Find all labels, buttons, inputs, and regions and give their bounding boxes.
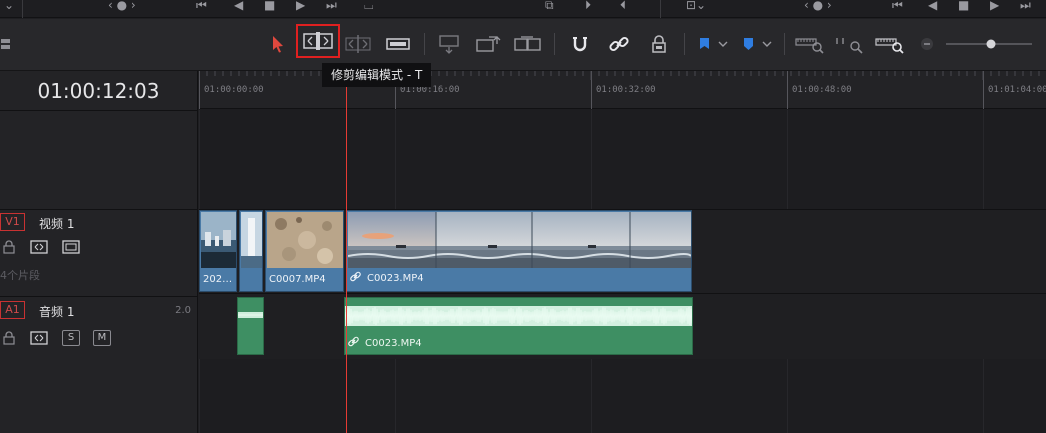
mark-out-icon[interactable]: ⏴ — [620, 0, 626, 18]
blade-edit-icon[interactable] — [384, 31, 412, 57]
flag-dropdown[interactable] — [696, 31, 732, 57]
video-clip[interactable]: C0007.MP4 — [265, 210, 344, 292]
linked-selection-icon[interactable] — [606, 31, 632, 57]
playhead[interactable] — [346, 71, 347, 433]
mark-in-icon[interactable]: ⏵ — [585, 0, 591, 18]
video-track-header: V1 视频 1 4个片段 — [0, 209, 197, 293]
divider — [784, 33, 785, 55]
divider — [22, 0, 23, 18]
clip-name: 202… — [203, 274, 233, 285]
zoom-detail-icon[interactable] — [834, 31, 866, 57]
video-clip[interactable]: 202… — [199, 210, 237, 292]
link-icon — [348, 336, 359, 350]
link-icon — [350, 271, 361, 285]
divider — [554, 33, 555, 55]
dynamic-trim-icon[interactable] — [344, 31, 372, 57]
divider — [424, 33, 425, 55]
trim-edit-mode-button[interactable] — [296, 24, 340, 58]
zoom-out-icon[interactable] — [918, 31, 936, 57]
clip-thumbnail-strip — [348, 212, 691, 268]
ruler-label: 01:00:48:00 — [792, 85, 852, 95]
mute-button[interactable]: M — [93, 330, 111, 346]
loop-icon[interactable]: ⌴ — [364, 0, 374, 18]
ruler-label: 01:00:32:00 — [596, 85, 656, 95]
timeline-area[interactable]: 01:00:00:00 01:00:16:00 01:00:32:00 01:0… — [199, 71, 1046, 433]
clip-count: 4个片段 — [0, 269, 40, 282]
insert-clip-icon[interactable] — [436, 31, 462, 57]
clip-thumbnail — [267, 212, 343, 268]
audio-level: 2.0 — [175, 305, 191, 316]
marker-dropdown[interactable] — [740, 31, 776, 57]
clip-name: C0023.MP4 — [367, 273, 424, 284]
layout-toggle-icon[interactable] — [0, 31, 12, 57]
video-enable-icon[interactable] — [62, 240, 80, 254]
timeline-toolbar — [0, 19, 1046, 71]
audio-track-header: A1 音频 1 2.0 S M — [0, 296, 197, 366]
skip-to-end-icon[interactable]: ⏭ — [326, 0, 337, 18]
skip-to-end-icon[interactable]: ⏭ — [1020, 0, 1031, 18]
overwrite-clip-icon[interactable] — [474, 31, 502, 57]
video-clip[interactable]: C0023.MP4 — [346, 210, 692, 292]
audio-clip[interactable] — [237, 297, 264, 355]
video-clip[interactable] — [239, 210, 263, 292]
divider — [660, 0, 661, 18]
transport-strip: ⌄ ‹ ● › ⏮ ◀ ■ ▶ ⏭ ⌴ ⧉ ⏵ ⏴ ⊡⌄ ‹ ● › ⏮ ◀ ■… — [0, 0, 1046, 18]
audio-clip[interactable]: C0023.MP4 — [344, 297, 693, 355]
viewer-mode-icon[interactable]: ⊡⌄ — [686, 0, 706, 18]
stop-icon[interactable]: ■ — [264, 0, 275, 18]
ruler-label: 01:01:04:00 — [988, 85, 1046, 95]
snapping-icon[interactable] — [568, 31, 592, 57]
jog-control-icon[interactable]: ‹ ● › — [804, 0, 832, 18]
zoom-custom-icon[interactable] — [874, 31, 906, 57]
clip-name: C0023.MP4 — [365, 338, 422, 349]
clip-thumbnail — [241, 212, 262, 268]
divider — [684, 33, 685, 55]
track-tag[interactable]: A1 — [0, 301, 25, 319]
tooltip: 修剪编辑模式 - T — [322, 63, 432, 87]
lock-icon[interactable] — [2, 240, 16, 254]
timecode-display[interactable]: 01:00:12:03 — [0, 71, 197, 111]
track-tag[interactable]: V1 — [0, 213, 25, 231]
jog-control-icon[interactable]: ‹ ● › — [108, 0, 136, 18]
replace-clip-icon[interactable] — [512, 31, 542, 57]
clip-name-row: C0023.MP4 — [350, 271, 424, 285]
reverse-play-icon[interactable]: ◀ — [928, 0, 937, 18]
stop-icon[interactable]: ■ — [958, 0, 969, 18]
skip-to-start-icon[interactable]: ⏮ — [196, 0, 207, 18]
track-header-panel: 01:00:12:03 V1 视频 1 4个片段 A1 音频 1 2.0 S M — [0, 71, 198, 433]
track-name[interactable]: 音频 1 — [39, 303, 74, 320]
track-name[interactable]: 视频 1 — [39, 215, 74, 232]
auto-select-icon[interactable] — [30, 331, 48, 345]
play-icon[interactable]: ▶ — [296, 0, 305, 18]
lock-icon[interactable] — [2, 331, 16, 345]
clip-thumbnail — [201, 212, 236, 268]
trim-edit-mode-icon — [303, 32, 333, 50]
clip-name: C0007.MP4 — [269, 274, 326, 285]
auto-select-icon[interactable] — [30, 240, 48, 254]
skip-to-start-icon[interactable]: ⏮ — [892, 0, 903, 18]
reverse-play-icon[interactable]: ◀ — [234, 0, 243, 18]
zoom-slider[interactable] — [946, 31, 1032, 57]
solo-button[interactable]: S — [62, 330, 80, 346]
position-lock-icon[interactable] — [648, 31, 670, 57]
chevron-down-icon[interactable]: ⌄ — [4, 0, 14, 18]
zoom-full-icon[interactable] — [794, 31, 826, 57]
audio-waveform — [238, 312, 263, 318]
play-icon[interactable]: ▶ — [990, 0, 999, 18]
selection-arrow-icon[interactable] — [268, 31, 288, 57]
match-frame-icon[interactable]: ⧉ — [545, 0, 554, 18]
audio-waveform — [345, 306, 692, 326]
ruler-label: 01:00:00:00 — [204, 85, 264, 95]
clip-name-row: C0023.MP4 — [348, 336, 422, 350]
